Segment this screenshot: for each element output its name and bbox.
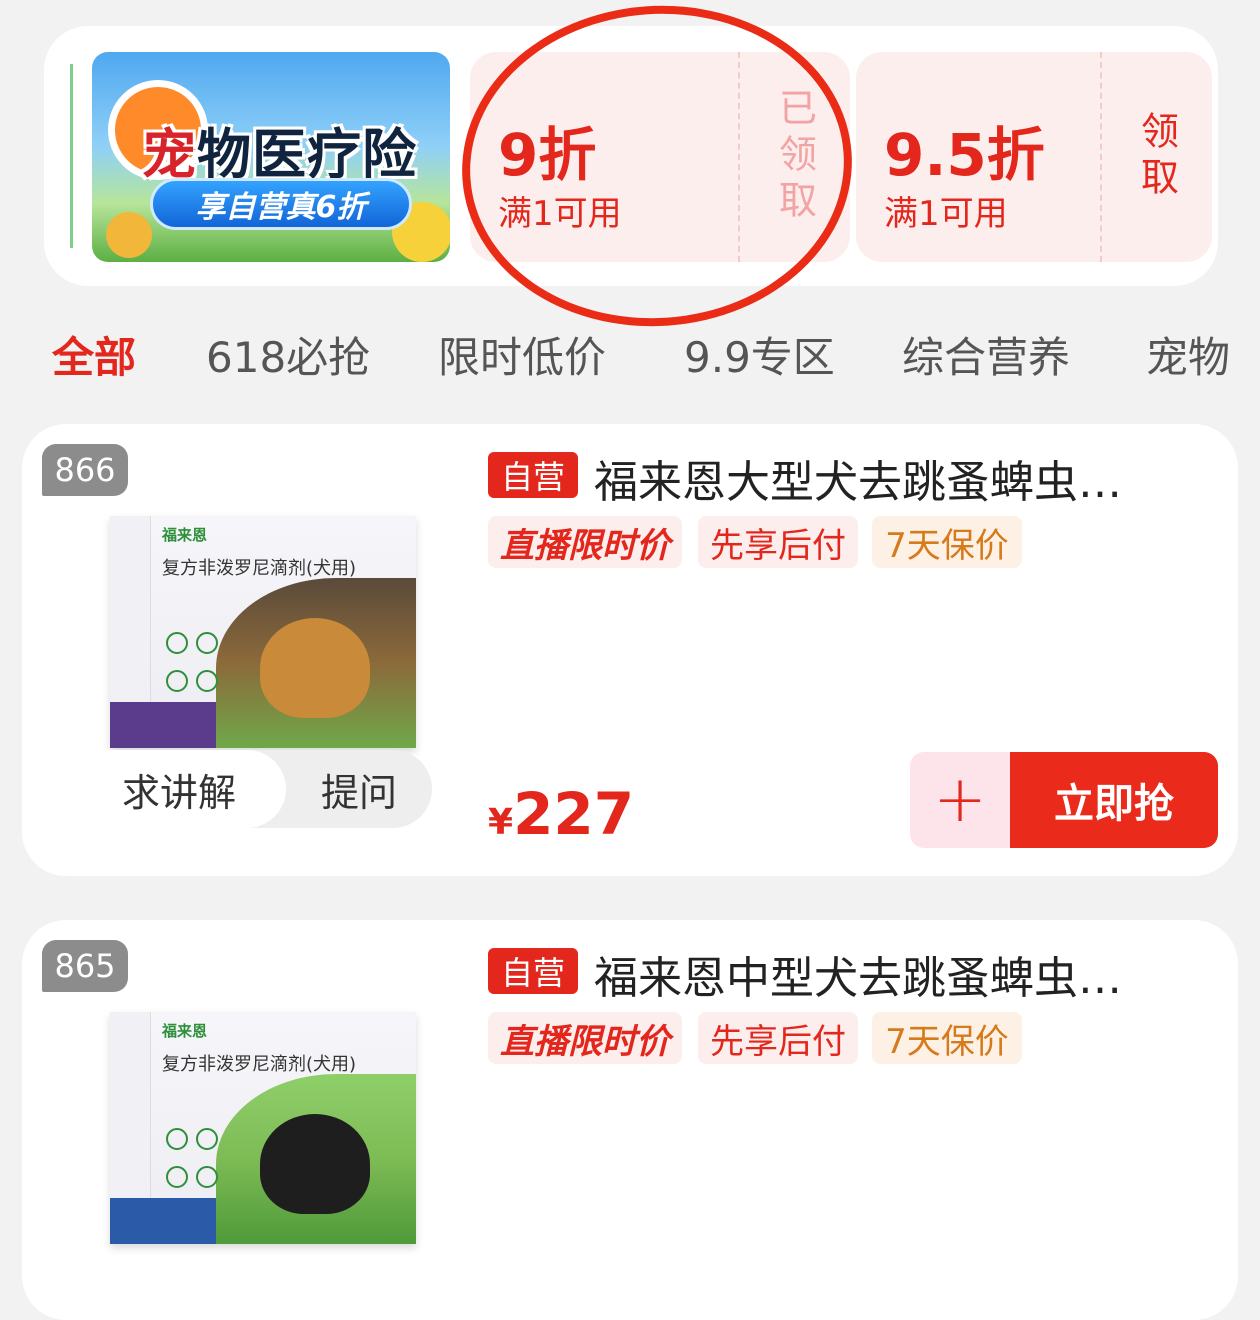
request-explain-button[interactable]: 求讲解 bbox=[72, 750, 286, 828]
product-image[interactable]: 福来恩 复方非泼罗尼滴剂(犬用) bbox=[110, 1012, 416, 1244]
price-protect-tag: 7天保价 bbox=[872, 1012, 1022, 1064]
self-operated-badge: 自营 bbox=[488, 452, 578, 498]
product-title[interactable]: 福来恩中型犬去跳蚤蜱虫… bbox=[594, 942, 1122, 1006]
tab-9-9-zone[interactable]: 9.9专区 bbox=[684, 324, 835, 385]
rank-badge: 866 bbox=[42, 444, 128, 496]
box-product-name: 复方非泼罗尼滴剂(犬用) bbox=[162, 1054, 357, 1075]
box-product-name: 复方非泼罗尼滴剂(犬用) bbox=[162, 558, 357, 579]
product-card[interactable]: 866 福来恩 复方非泼罗尼滴剂(犬用) 求讲解 提问 自营 福来恩大型犬去跳蚤… bbox=[22, 424, 1238, 876]
coupon-claimed-stub[interactable]: 已领取 bbox=[738, 52, 850, 262]
live-price-tag: 直播限时价 bbox=[488, 516, 682, 568]
coupon-action-label: 已领取 bbox=[772, 88, 817, 226]
coupon-action-label: 领取 bbox=[1134, 111, 1179, 203]
explain-question-group: 求讲解 提问 bbox=[72, 750, 432, 828]
box-brand: 福来恩 bbox=[162, 1022, 208, 1040]
coupon-claim-button[interactable]: 领取 bbox=[1100, 52, 1212, 262]
pet-insurance-banner[interactable]: 宠物医疗险 享自营真6折 bbox=[92, 52, 450, 262]
golden-retriever bbox=[260, 618, 370, 718]
tab-618[interactable]: 618必抢 bbox=[206, 324, 370, 385]
box-icons bbox=[166, 1122, 226, 1198]
tab-all[interactable]: 全部 bbox=[52, 324, 136, 385]
tab-pet[interactable]: 宠物 bbox=[1146, 324, 1230, 385]
buy-now-button[interactable]: 立即抢 bbox=[1010, 752, 1218, 848]
flower-decoration bbox=[106, 212, 152, 258]
coupon-9-5-off[interactable]: 9.5折 满1可用 领取 bbox=[856, 52, 1212, 262]
promo-divider bbox=[70, 64, 73, 248]
box-brand: 福来恩 bbox=[162, 526, 208, 544]
tab-nutrition[interactable]: 综合营养 bbox=[902, 324, 1070, 385]
pay-later-tag: 先享后付 bbox=[698, 1012, 858, 1064]
price-protect-tag: 7天保价 bbox=[872, 516, 1022, 568]
rank-badge: 865 bbox=[42, 940, 128, 992]
ask-question-button[interactable]: 提问 bbox=[286, 750, 432, 828]
coupon-condition: 满1可用 bbox=[884, 194, 1008, 234]
coupon-9-off[interactable]: 9折 满1可用 已领取 bbox=[470, 52, 850, 262]
coupon-amount: 9折 bbox=[498, 121, 597, 189]
coupon-condition: 满1可用 bbox=[498, 194, 622, 234]
product-image[interactable]: 福来恩 复方非泼罗尼滴剂(犬用) bbox=[110, 516, 416, 748]
product-card[interactable]: 865 福来恩 复方非泼罗尼滴剂(犬用) 自营 福来恩中型犬去跳蚤蜱虫… 直播限… bbox=[22, 920, 1238, 1320]
banner-subtitle: 享自营真6折 bbox=[150, 178, 412, 230]
product-title[interactable]: 福来恩大型犬去跳蚤蜱虫… bbox=[594, 446, 1122, 510]
currency-symbol: ¥ bbox=[488, 802, 514, 843]
coupon-amount: 9.5折 bbox=[884, 121, 1045, 189]
border-collie bbox=[260, 1114, 370, 1214]
live-price-tag: 直播限时价 bbox=[488, 1012, 682, 1064]
category-tabs: 全部 618必抢 限时低价 9.9专区 综合营养 宠物 bbox=[0, 324, 1260, 384]
add-to-cart-button[interactable]: + bbox=[910, 752, 1010, 848]
pay-later-tag: 先享后付 bbox=[698, 516, 858, 568]
tab-limited-low-price[interactable]: 限时低价 bbox=[438, 324, 606, 385]
box-icons bbox=[166, 626, 226, 702]
product-price: ¥227 bbox=[488, 780, 634, 848]
price-value: 227 bbox=[513, 780, 635, 848]
self-operated-badge: 自营 bbox=[488, 948, 578, 994]
